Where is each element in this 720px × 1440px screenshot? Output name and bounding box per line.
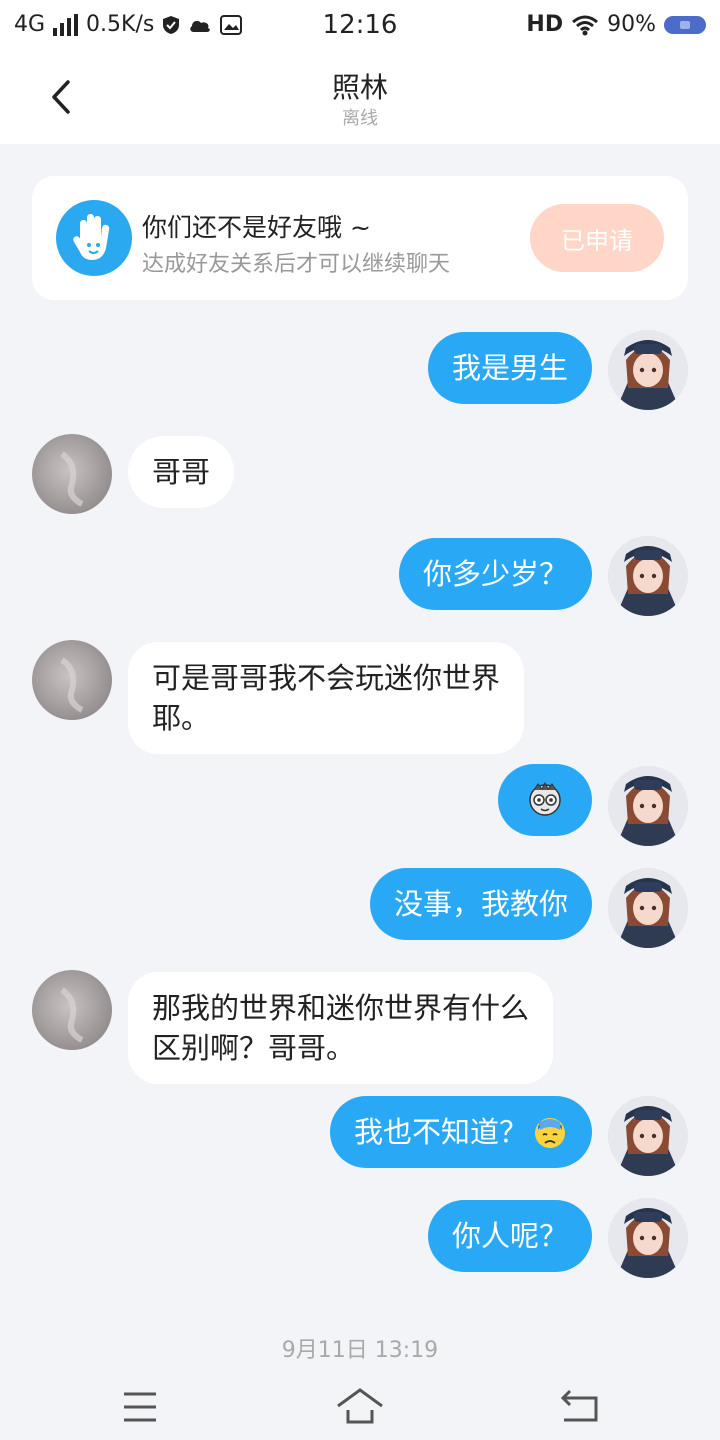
chat-bubble[interactable]: 你人呢？ — [427, 1200, 592, 1272]
chat-bubble[interactable]: 可是哥哥我不会玩迷你世界 耶。 — [128, 642, 525, 754]
status-bar: 4G 0.5K/s 12:16 HD 90% — [0, 0, 720, 52]
hd-indicator: HD — [526, 12, 564, 37]
system-nav-bar — [0, 1370, 720, 1440]
chat-bubble[interactable]: 没事，我教你 — [369, 868, 592, 940]
notice-title: 你们还不是好友哦 ~ — [142, 213, 371, 242]
menu-button[interactable] — [110, 1380, 170, 1430]
applied-button[interactable]: 已申请 — [530, 204, 664, 272]
contact-name: 照林 — [331, 71, 388, 104]
back-arrow-icon — [560, 1389, 598, 1422]
chat-bubble[interactable] — [498, 764, 592, 836]
battery-icon — [664, 15, 706, 34]
chat-header: 照林 离线 — [0, 52, 720, 144]
bubble-line: 可是哥哥我不会玩迷你世界 — [152, 661, 501, 695]
status-right: HD 90% — [526, 12, 706, 37]
my-avatar[interactable] — [608, 868, 688, 948]
hand-wave-icon — [56, 200, 132, 276]
bubble-text: 我也不知道？ — [353, 1115, 528, 1149]
bubble-line: 耶。 — [152, 701, 211, 735]
contact-status: 离线 — [342, 108, 378, 129]
menu-icon — [124, 1392, 156, 1422]
cartoon-face-icon — [529, 781, 561, 816]
my-avatar[interactable] — [608, 330, 688, 410]
contact-avatar[interactable] — [32, 970, 112, 1050]
back-nav-button[interactable] — [550, 1380, 610, 1430]
bubble-line: 区别啊？哥哥。 — [152, 1031, 356, 1065]
battery-percent: 90% — [607, 12, 656, 37]
chat-bubble[interactable]: 我也不知道？ — [329, 1096, 592, 1168]
home-icon — [337, 1388, 383, 1424]
chat-bubble[interactable]: 哥哥 — [128, 436, 235, 508]
chat-bubble[interactable]: 那我的世界和迷你世界有什么 区别啊？哥哥。 — [128, 972, 554, 1084]
chat-bubble[interactable]: 我是男生 — [427, 332, 592, 404]
message-timestamp: 9月11日 13:19 — [281, 1338, 439, 1363]
wifi-icon — [572, 15, 599, 35]
my-avatar[interactable] — [608, 536, 688, 616]
home-button[interactable] — [330, 1380, 390, 1430]
my-avatar[interactable] — [608, 766, 688, 846]
bubble-line: 那我的世界和迷你世界有什么 — [152, 991, 530, 1025]
sweat-frown-emoji-icon — [535, 1118, 565, 1148]
contact-avatar[interactable] — [32, 434, 112, 514]
not-friends-notice: 你们还不是好友哦 ~ 达成好友关系后才可以继续聊天 已申请 — [32, 176, 688, 300]
chat-bubble[interactable]: 你多少岁？ — [398, 538, 592, 610]
my-avatar[interactable] — [608, 1096, 688, 1176]
notice-subtitle: 达成好友关系后才可以继续聊天 — [142, 252, 451, 277]
my-avatar[interactable] — [608, 1198, 688, 1278]
contact-avatar[interactable] — [32, 640, 112, 720]
